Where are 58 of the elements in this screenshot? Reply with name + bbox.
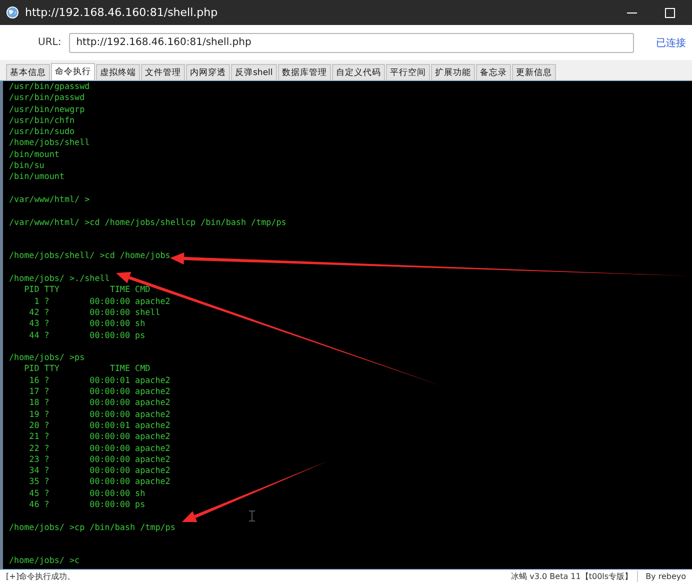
terminal-line: /usr/bin/gpasswd: [9, 81, 90, 92]
terminal-line: 17 ? 00:00:00 apache2: [28, 386, 170, 398]
terminal-line: 16 ? 00:00:01 apache2: [28, 374, 170, 386]
terminal-line: PID TTY TIME CMD: [23, 363, 150, 375]
minimize-icon: [627, 12, 637, 14]
tab[interactable]: 虚拟终端: [96, 64, 140, 80]
terminal-line: 18 ? 00:00:00 apache2: [28, 397, 170, 409]
terminal-panel[interactable]: [0, 81, 692, 569]
terminal-line: 42 ? 00:00:00 shell: [28, 306, 160, 318]
tab[interactable]: 自定义代码: [332, 64, 385, 80]
window-title: http://192.168.46.160:81/shell.php: [25, 6, 219, 19]
tab[interactable]: 平行空间: [386, 64, 430, 80]
terminal-line: 35 ? 00:00:00 apache2: [28, 476, 170, 488]
terminal-line: 45 ? 00:00:00 sh: [28, 488, 146, 499]
tab[interactable]: 更新信息: [512, 64, 556, 80]
maximize-icon: [665, 8, 675, 18]
tab[interactable]: 文件管理: [141, 64, 185, 80]
tab[interactable]: 命令执行: [51, 63, 95, 80]
terminal-line: /usr/bin/chfn: [9, 114, 75, 126]
terminal-line: 23 ? 00:00:00 apache2: [28, 454, 170, 466]
url-label: URL:: [38, 37, 62, 48]
url-field[interactable]: http://192.168.46.160:81/shell.php: [69, 32, 634, 52]
terminal-line: /home/jobs/shell: [9, 137, 90, 149]
text-cursor-icon: [248, 510, 256, 522]
terminal-line: /bin/su: [9, 160, 44, 172]
terminal-line: /home/jobs/ >ps: [9, 352, 85, 364]
terminal-line: 21 ? 00:00:00 apache2: [28, 431, 170, 442]
tab[interactable]: 内网穿透: [186, 64, 230, 80]
terminal-line: /bin/mount: [9, 148, 60, 160]
connection-status-link[interactable]: 已连接: [656, 36, 686, 50]
terminal-line: 20 ? 00:00:01 apache2: [28, 420, 170, 432]
tab[interactable]: 基本信息: [6, 64, 50, 80]
terminal-line: 46 ? 00:00:00 ps: [28, 498, 146, 510]
terminal-line: 22 ? 00:00:00 apache2: [28, 442, 170, 454]
status-message: [+]命令执行成功。: [6, 571, 76, 582]
tab[interactable]: 备忘录: [476, 64, 511, 80]
version-label: 冰蝎 v3.0 Beta 11【t00ls专版】: [511, 571, 638, 582]
terminal-line: /var/www/html/ >cd /home/jobs/shellcp /bin/bash /tmp/ps: [9, 216, 286, 228]
terminal-line: 34 ? 00:00:00 apache2: [28, 465, 170, 476]
author-label: By rebeyo: [646, 572, 686, 581]
terminal-line: PID TTY TIME CMD: [23, 284, 150, 296]
terminal-line: /bin/umount: [9, 171, 64, 183]
terminal-line: /var/www/html/ >: [9, 194, 90, 206]
terminal-line: /usr/bin/newgrp: [9, 104, 85, 115]
tab[interactable]: 反弹shell: [231, 64, 277, 80]
terminal-line: /home/jobs/ >c: [9, 555, 80, 567]
terminal-line: /usr/bin/sudo: [9, 126, 75, 138]
terminal-line: /home/jobs/ >./shell: [9, 273, 110, 284]
terminal-line: /home/jobs/ >cp /bin/bash /tmp/ps: [9, 522, 176, 533]
globe-icon: [6, 6, 19, 19]
tab[interactable]: 扩展功能: [430, 64, 475, 80]
terminal-line: 43 ? 00:00:00 sh: [28, 318, 146, 330]
terminal-line: 19 ? 00:00:00 apache2: [28, 408, 170, 420]
terminal-line: /usr/bin/passwd: [9, 92, 85, 104]
terminal-line: 44 ? 00:00:00 ps: [28, 330, 146, 341]
terminal-line: 1 ? 00:00:00 apache2: [33, 296, 170, 307]
terminal-line: /home/jobs/shell/ >cd /home/jobs: [9, 250, 170, 262]
tab[interactable]: 数据库管理: [278, 64, 331, 80]
